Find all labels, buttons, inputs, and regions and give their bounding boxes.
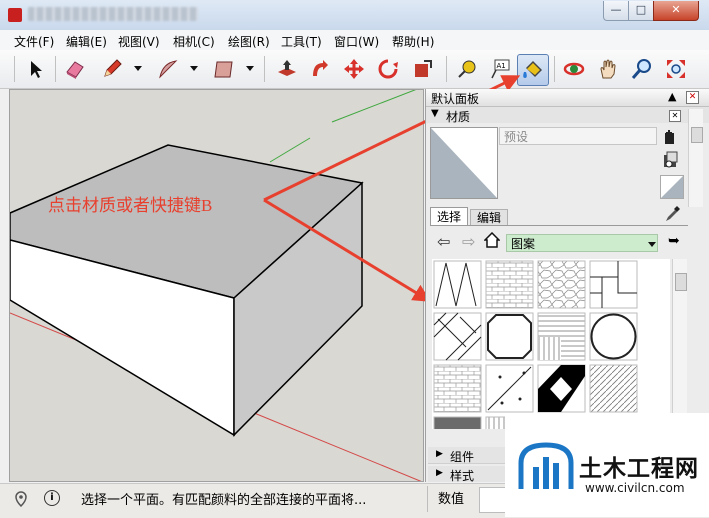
home-icon[interactable] [483, 231, 501, 251]
back-arrow-icon[interactable]: ⇦ [437, 232, 450, 251]
menu-bar: 文件(F) 编辑(E) 视图(V) 相机(C) 绘图(R) 工具(T) 窗口(W… [0, 30, 709, 51]
follow-me-icon[interactable] [308, 57, 332, 81]
move-icon[interactable] [342, 57, 366, 81]
swatch-parquet[interactable] [589, 260, 638, 309]
swatch-scroll-thumb[interactable] [675, 273, 687, 291]
menu-edit[interactable]: 编辑(E) [66, 33, 107, 50]
push-pull-icon[interactable] [275, 57, 299, 81]
menu-camera[interactable]: 相机(C) [173, 33, 215, 50]
green-axis-line-far [331, 90, 417, 123]
tab-edit[interactable]: 编辑 [470, 209, 508, 226]
maximize-button[interactable]: □ [628, 1, 654, 21]
styles-label: 样式 [450, 469, 475, 483]
pencil-icon[interactable] [100, 57, 124, 81]
components-label: 组件 [450, 450, 475, 464]
zoom-extents-icon[interactable] [664, 57, 688, 81]
tray-close-icon[interactable]: ✕ [686, 91, 699, 104]
materials-swatch-grid [432, 259, 670, 429]
measurements-label: 数值 [438, 492, 465, 507]
styles-section-header[interactable]: ▶ 样式 [428, 466, 512, 483]
green-axis-line [269, 137, 311, 163]
pan-icon[interactable] [596, 57, 620, 81]
swatch-dark-stone[interactable] [433, 416, 482, 429]
menu-help[interactable]: 帮助(H) [392, 33, 434, 50]
rotate-icon[interactable] [376, 57, 400, 81]
sample-paint-swatch[interactable] [660, 175, 684, 199]
swatch-herringbone[interactable] [433, 312, 482, 361]
watermark: 土木工程网 www.civilcn.com [505, 413, 709, 517]
swatch-scrollbar[interactable] [672, 259, 687, 429]
status-divider [427, 486, 428, 512]
status-message: 选择一个平面。有匹配颜料的全部连接的平面将... [81, 493, 367, 508]
swatch-brick[interactable] [485, 260, 534, 309]
materials-close-icon[interactable]: ✕ [669, 110, 681, 122]
menu-draw[interactable]: 绘图(R) [228, 33, 270, 50]
arc-icon[interactable] [156, 57, 180, 81]
scale-icon[interactable] [411, 57, 435, 81]
menu-tools[interactable]: 工具(T) [281, 33, 322, 50]
details-arrow-icon[interactable]: ➥ [668, 233, 680, 249]
materials-title: 材质 [446, 110, 471, 124]
rectangle-icon[interactable] [212, 57, 236, 81]
arc-dropdown-chevron-icon[interactable] [190, 66, 198, 71]
main-toolbar: A1 [0, 50, 709, 89]
title-bar: — □ ✕ [0, 0, 709, 31]
eraser-icon[interactable] [63, 57, 87, 81]
info-icon[interactable]: i [44, 490, 60, 506]
material-preview-swatch [430, 127, 498, 199]
components-section-header[interactable]: ▶ 组件 [428, 447, 512, 464]
tab-select[interactable]: 选择 [430, 207, 468, 226]
expand-right-arrow-icon: ▶ [436, 468, 443, 478]
drawing-viewport[interactable]: 点击材质或者快捷键B [9, 89, 424, 482]
tray-title: 默认面板 [431, 92, 480, 106]
swatch-light-brick[interactable] [433, 364, 482, 413]
geo-location-icon[interactable] [14, 491, 28, 510]
expand-right-arrow-icon: ▶ [436, 449, 443, 459]
category-select[interactable]: 图案 [506, 234, 658, 252]
tray-header: 默认面板 ▲ ✕ [426, 89, 709, 107]
pin-icon[interactable]: ▲ [668, 90, 676, 103]
materials-header[interactable]: ▼ 材质 ✕ [426, 107, 709, 124]
sketchup-app-icon [8, 8, 22, 22]
toolbar-separator [446, 56, 447, 82]
watermark-title: 土木工程网 [579, 456, 699, 482]
eyedropper-icon[interactable] [664, 205, 680, 226]
minimize-button[interactable]: — [603, 1, 629, 21]
toolbar-separator [264, 56, 265, 82]
orbit-icon[interactable] [562, 57, 586, 81]
tray-scrollbar[interactable] [688, 109, 703, 207]
create-material-icon[interactable] [663, 129, 677, 148]
tray-scroll-thumb[interactable] [691, 127, 703, 143]
text-icon[interactable]: A1 [487, 57, 511, 81]
text-tool-label: A1 [497, 62, 506, 70]
category-chevron-down-icon[interactable] [648, 242, 656, 247]
menu-file[interactable]: 文件(F) [14, 33, 54, 50]
swatch-diagonal[interactable] [589, 364, 638, 413]
tab-divider [430, 225, 688, 226]
forward-arrow-icon[interactable]: ⇨ [462, 232, 475, 251]
rectangle-dropdown-chevron-icon[interactable] [246, 66, 254, 71]
select-arrow-icon[interactable] [24, 57, 48, 81]
material-name-field[interactable]: 预设 [499, 127, 657, 145]
paint-bucket-icon[interactable] [517, 54, 549, 86]
pencil-dropdown-chevron-icon[interactable] [134, 66, 142, 71]
close-button[interactable]: ✕ [653, 1, 699, 21]
tape-measure-icon[interactable] [455, 57, 479, 81]
menu-view[interactable]: 视图(V) [118, 33, 160, 50]
swatch-stone[interactable] [537, 260, 586, 309]
toolbar-separator [554, 56, 555, 82]
toolbar-separator [55, 56, 56, 82]
toolbar-grip [14, 56, 15, 82]
annotation-text: 点击材质或者快捷键B [48, 196, 213, 215]
zoom-icon[interactable] [630, 57, 654, 81]
menu-window[interactable]: 窗口(W) [334, 33, 379, 50]
material-display-icon[interactable] [663, 151, 679, 172]
expand-arrow-icon: ▼ [431, 108, 439, 119]
measurements-input[interactable] [479, 487, 507, 513]
watermark-logo [518, 442, 574, 489]
watermark-url: www.civilcn.com [585, 481, 685, 495]
window-title-blurred [28, 7, 198, 21]
